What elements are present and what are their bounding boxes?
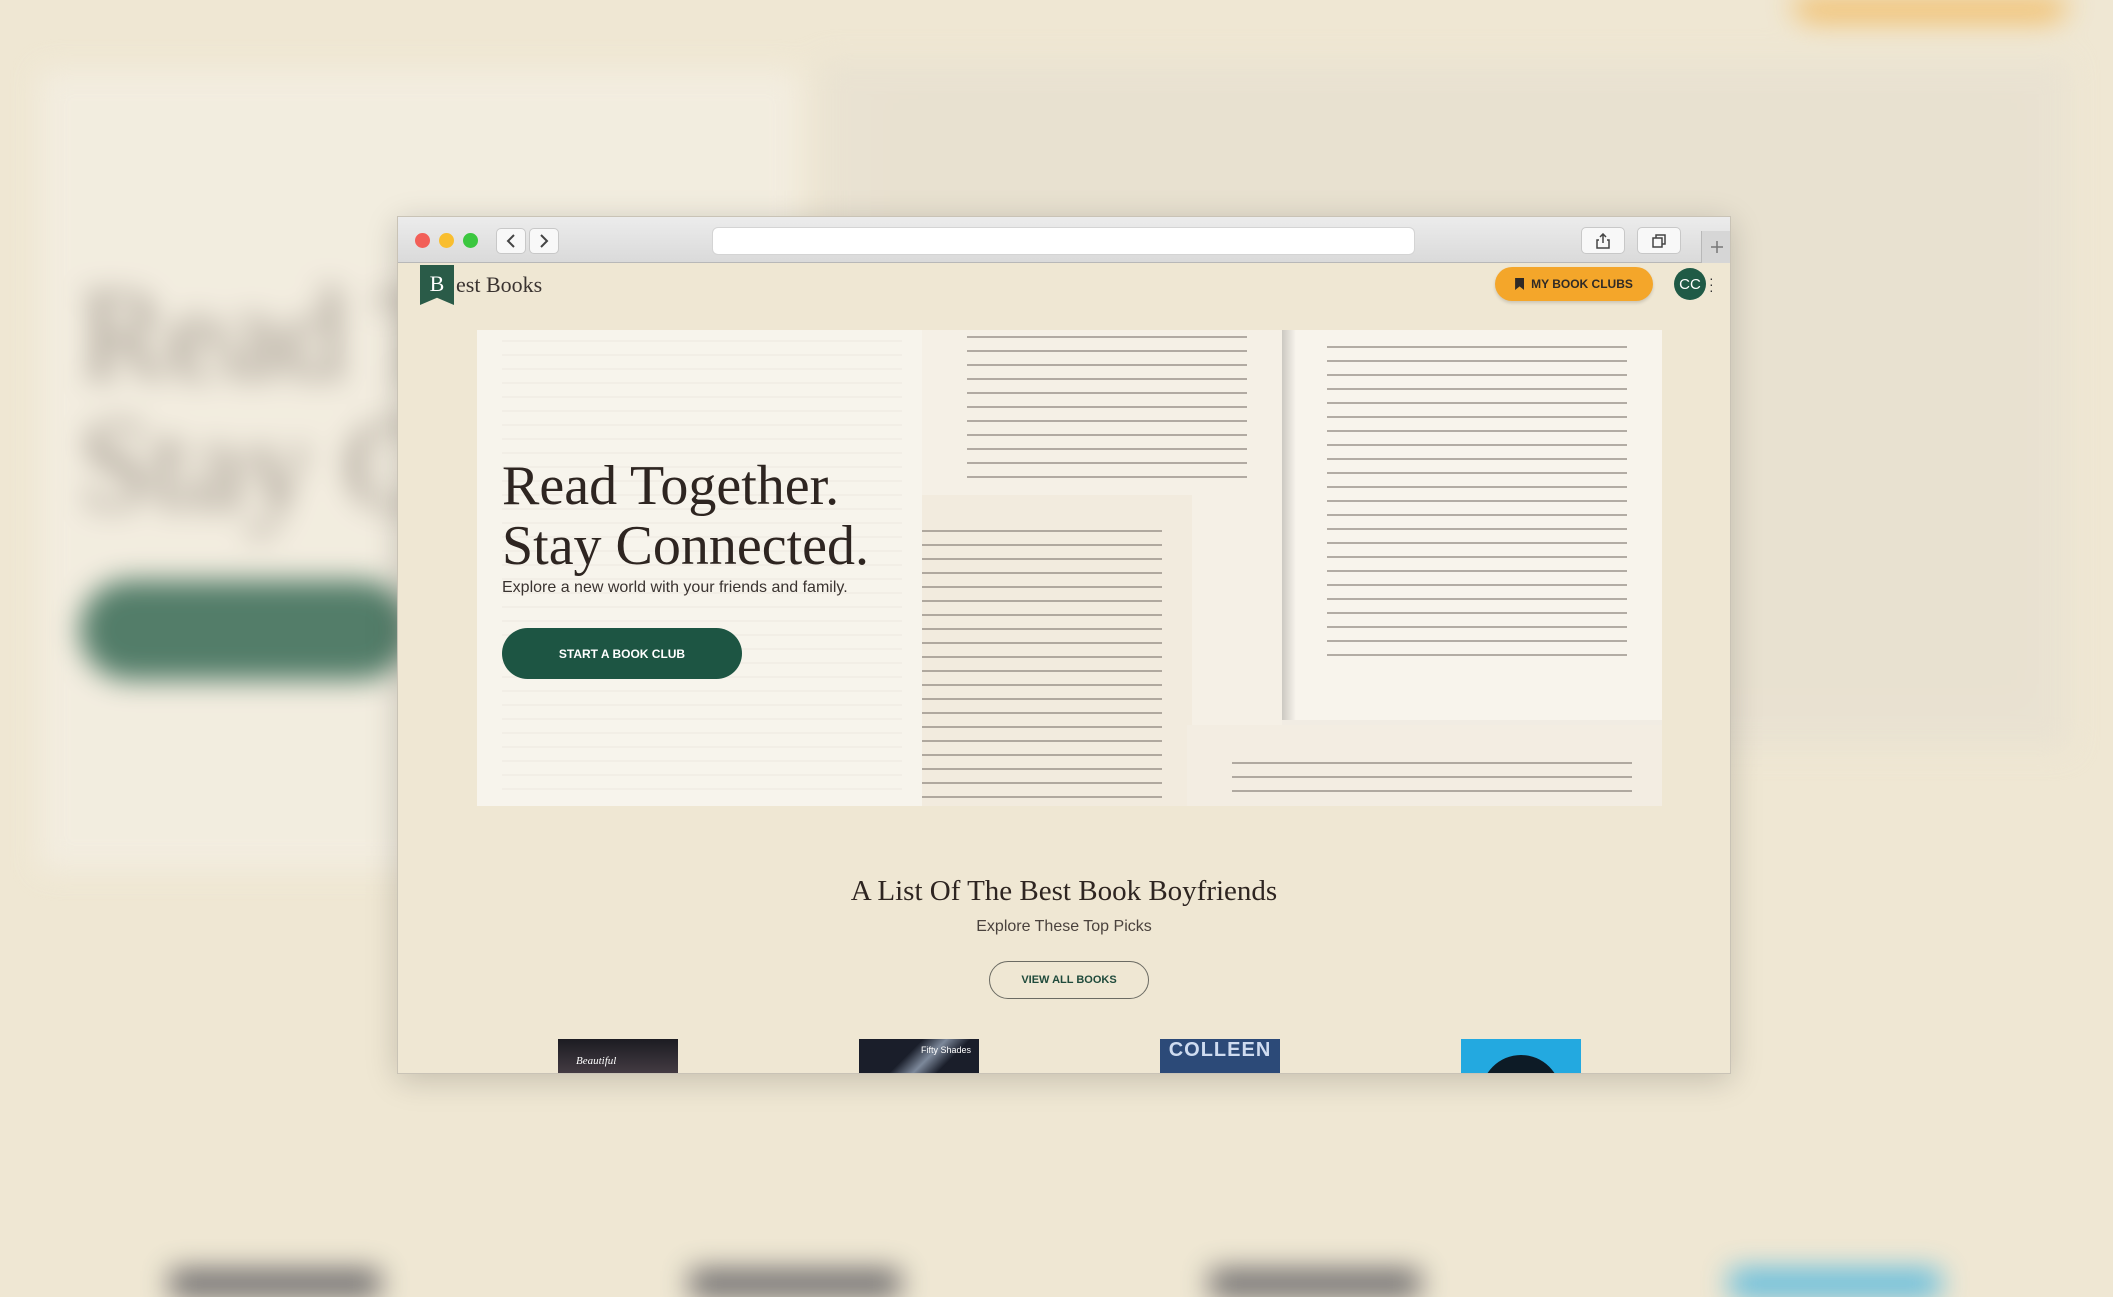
section-title: A List Of The Best Book Boyfriends [850, 875, 1278, 907]
more-options-icon[interactable]: · · · [1709, 271, 1714, 297]
hero-title: Read Together. Stay Connected. [502, 456, 869, 576]
book-cover[interactable] [1461, 1039, 1581, 1073]
backdrop-cover [690, 1270, 900, 1297]
forward-button[interactable] [529, 228, 559, 254]
show-tabs-button[interactable] [1637, 227, 1681, 254]
book-cover[interactable]: Fifty Shades [859, 1039, 979, 1073]
share-icon [1596, 232, 1610, 249]
new-tab-button[interactable] [1701, 231, 1730, 263]
back-button[interactable] [496, 228, 526, 254]
logo-bookmark-icon: B [420, 265, 454, 305]
backdrop-button [1790, 0, 2070, 20]
backdrop-cover [1210, 1270, 1420, 1297]
backdrop-cover [1730, 1270, 1940, 1297]
chevron-right-icon [540, 234, 549, 248]
book-cover[interactable]: COLLEEN [1160, 1039, 1280, 1073]
hero-book-text [1327, 346, 1627, 666]
backdrop-button [80, 580, 410, 680]
user-avatar[interactable]: CC [1674, 268, 1706, 300]
browser-window: B est Books MY BOOK CLUBS CC · · · Read To… [397, 216, 1731, 1074]
tabs-icon [1652, 233, 1666, 248]
chevron-left-icon [506, 234, 515, 248]
share-button[interactable] [1581, 227, 1625, 254]
backdrop-cover [170, 1270, 380, 1297]
book-cover-title: Beautiful [576, 1055, 617, 1067]
start-book-club-button[interactable]: START A BOOK CLUB [502, 628, 742, 679]
close-window-button[interactable] [415, 233, 430, 248]
minimize-window-button[interactable] [439, 233, 454, 248]
hero-book-text [967, 336, 1247, 486]
bookmark-icon [1515, 278, 1525, 290]
website: B est Books MY BOOK CLUBS CC · · · Read To… [398, 263, 1730, 1073]
browser-toolbar [398, 217, 1730, 263]
book-cover-art [1481, 1055, 1561, 1073]
view-all-books-button[interactable]: VIEW ALL BOOKS [989, 961, 1149, 999]
book-cover-title: Fifty Shades [920, 1045, 971, 1055]
book-cover[interactable]: Beautiful [558, 1039, 678, 1073]
section-subtitle: Explore These Top Picks [976, 918, 1152, 935]
address-bar[interactable] [712, 227, 1415, 255]
hero-subtitle: Explore a new world with your friends an… [502, 579, 848, 596]
hero-banner: Read Together. Stay Connected. Explore a… [477, 330, 1662, 806]
my-book-clubs-label: MY BOOK CLUBS [1531, 277, 1633, 291]
my-book-clubs-button[interactable]: MY BOOK CLUBS [1495, 267, 1653, 301]
hero-title-line: Read Together. [502, 455, 840, 517]
logo-text: est Books [456, 272, 543, 297]
maximize-window-button[interactable] [463, 233, 478, 248]
hero-book-fold [1282, 330, 1296, 720]
book-cover-title: COLLEEN [1168, 1039, 1272, 1061]
hero-title-line: Stay Connected. [502, 515, 870, 577]
hero-book-text [922, 530, 1162, 800]
hero-book-text [1232, 762, 1632, 804]
site-logo[interactable]: B est Books [420, 265, 542, 305]
plus-icon [1710, 241, 1723, 253]
